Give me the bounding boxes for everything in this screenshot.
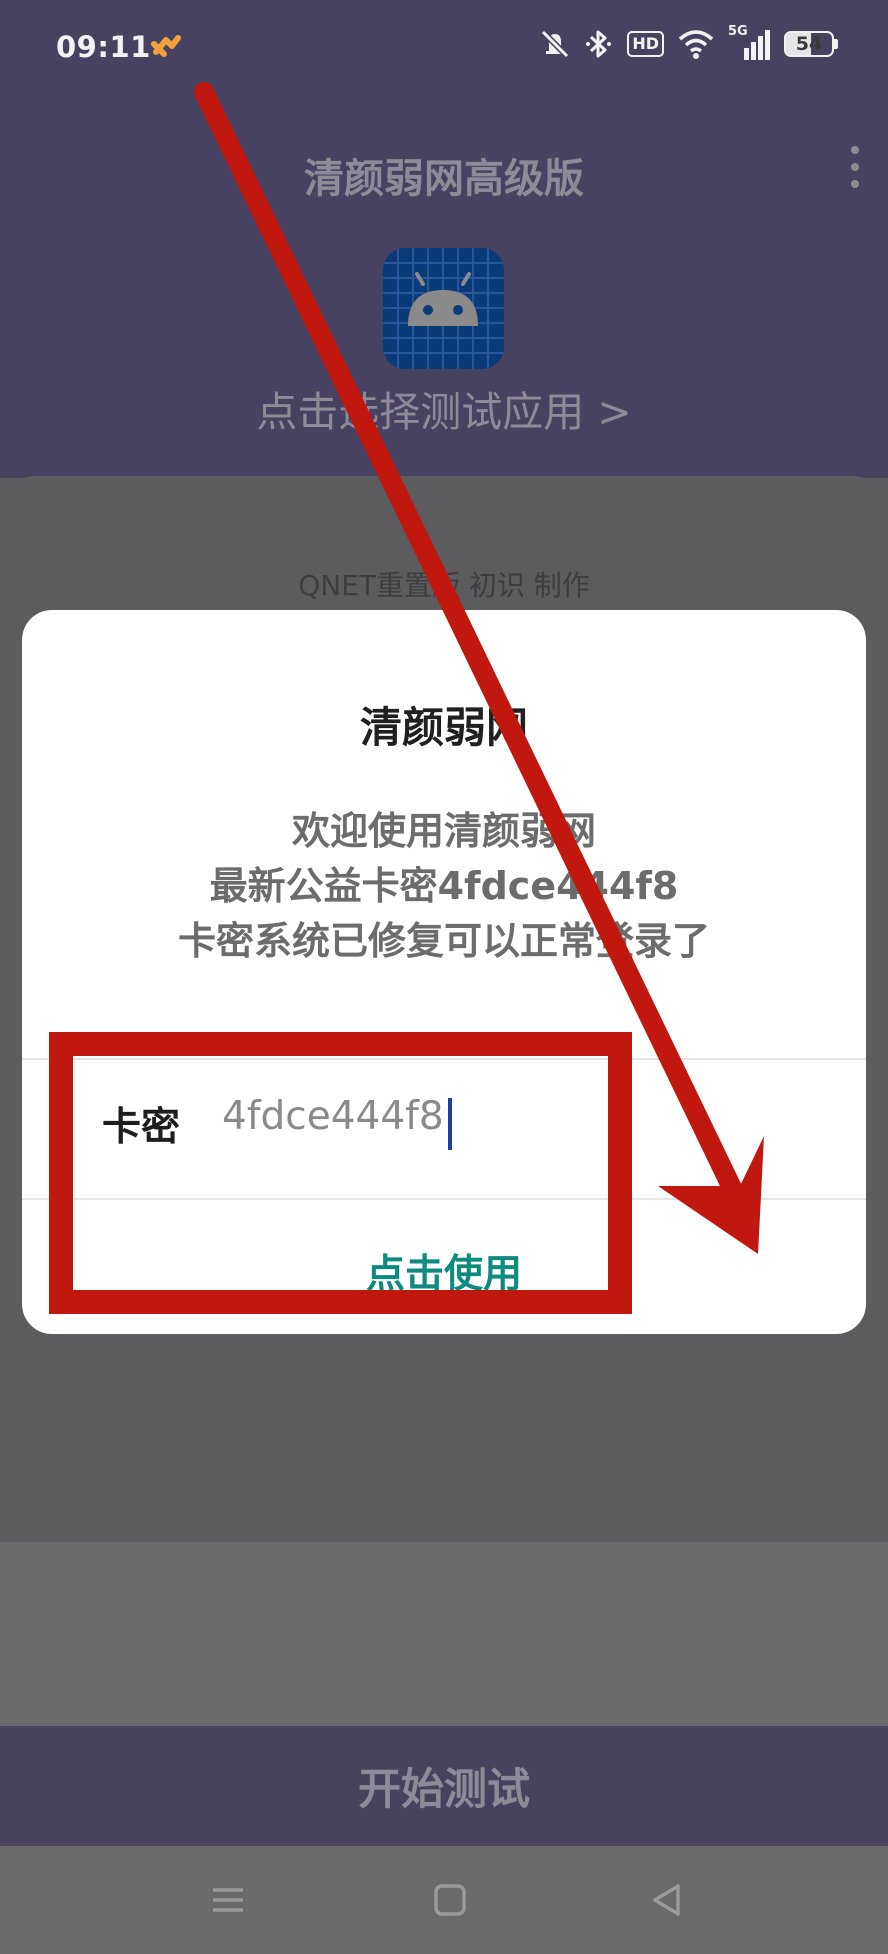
- battery-icon: 54: [784, 31, 838, 57]
- status-time: 09:11: [56, 30, 151, 64]
- app-header: 清颜弱网高级版 点击选择测试应用 >: [0, 100, 888, 478]
- battery-cap: [834, 39, 838, 49]
- select-app-link[interactable]: 点击选择测试应用 >: [0, 378, 888, 438]
- more-vert-icon[interactable]: [840, 142, 870, 192]
- mute-icon: [539, 28, 571, 60]
- nav-bar: [0, 1846, 888, 1954]
- content-area: [0, 1542, 888, 1726]
- back-icon[interactable]: [646, 1880, 686, 1920]
- battery: 54: [784, 31, 834, 57]
- dialog-message-line: 欢迎使用清颜弱网: [291, 809, 596, 853]
- dialog-message-line: 最新公益卡密4fdce444f8: [209, 864, 679, 908]
- battery-percent: 54: [795, 33, 823, 55]
- start-test-button[interactable]: 开始测试: [0, 1726, 888, 1846]
- status-icons: HD 5G 54: [539, 24, 838, 60]
- home-icon[interactable]: [430, 1880, 470, 1920]
- credit-text: QNET重置版 初识 制作: [298, 569, 590, 602]
- health-icon: [150, 32, 182, 64]
- status-bar: 09:11 HD 5G 54: [0, 0, 888, 100]
- annotation-highlight-box: [49, 1032, 632, 1314]
- hd-badge: HD: [627, 31, 664, 57]
- dialog-message: 欢迎使用清颜弱网 最新公益卡密4fdce444f8 卡密系统已修复可以正常登录了: [22, 804, 866, 969]
- menu-icon[interactable]: [208, 1880, 248, 1920]
- bluetooth-icon: [585, 28, 613, 60]
- dialog-message-line: 卡密系统已修复可以正常登录了: [177, 919, 710, 963]
- android-icon[interactable]: [383, 248, 504, 369]
- app-title: 清颜弱网高级版: [304, 156, 584, 202]
- dialog-title: 清颜弱网: [359, 703, 528, 752]
- wifi-icon: [678, 29, 714, 59]
- signal-icon: 5G: [728, 24, 770, 60]
